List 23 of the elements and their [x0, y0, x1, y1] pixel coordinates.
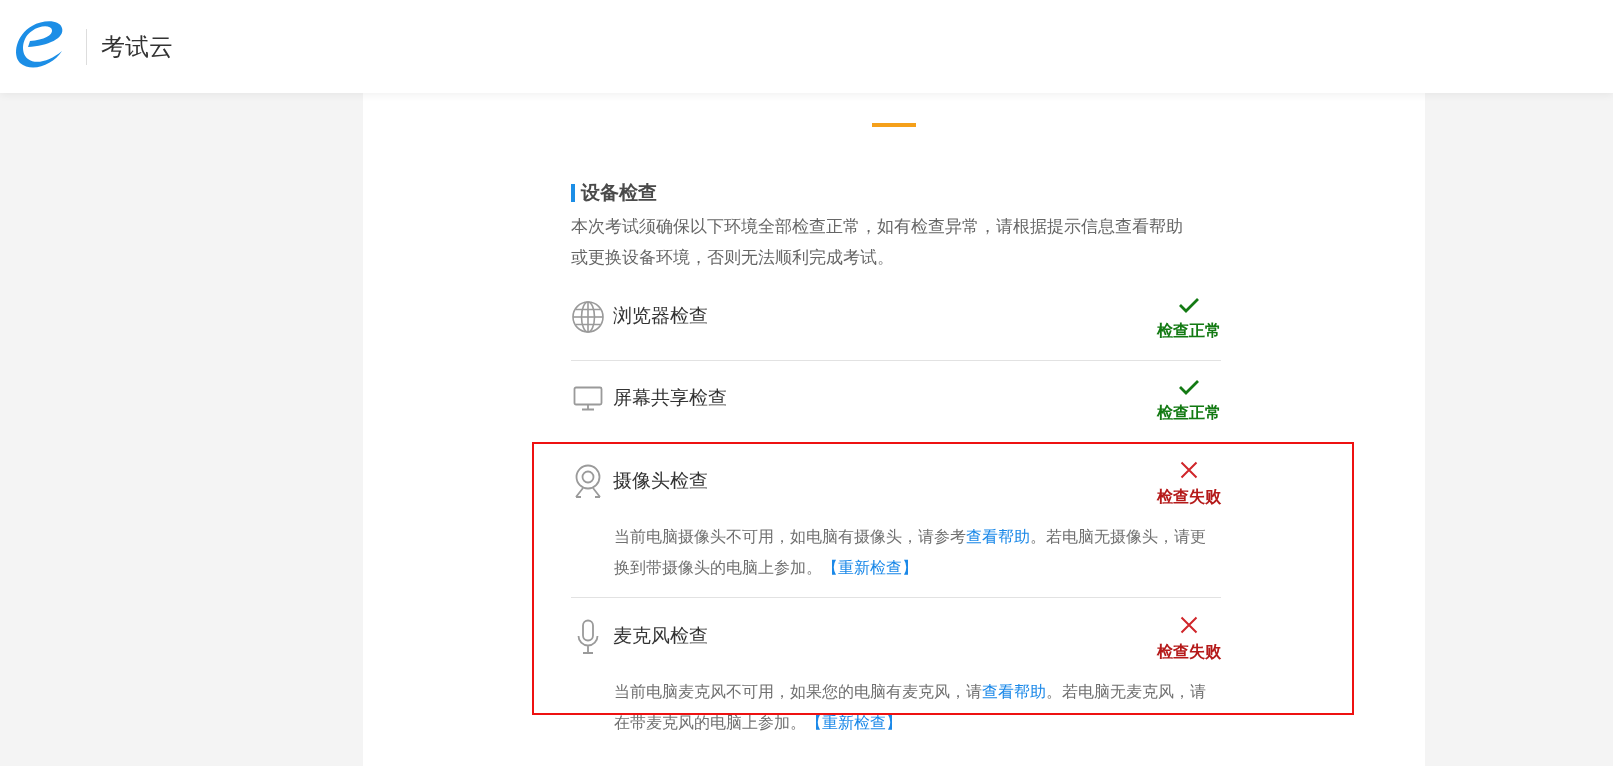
check-status: 检查正常	[1157, 402, 1221, 423]
check-status: 检查失败	[1157, 486, 1221, 507]
check-name: 屏幕共享检查	[613, 386, 727, 411]
title-accent-bar	[571, 184, 575, 203]
help-link[interactable]: 【重新检查】	[822, 558, 918, 576]
help-link[interactable]: 查看帮助	[982, 682, 1046, 700]
check-help-text: 当前电脑摄像头不可用，如电脑有摄像头，请参考查看帮助。若电脑无摄像头，请更换到带摄像头的电脑上参加。【重新检查】	[614, 526, 1207, 578]
monitor-icon	[573, 385, 603, 412]
help-link[interactable]: 查看帮助	[966, 527, 1030, 545]
check-name: 摄像头检查	[613, 469, 708, 494]
check-status: 检查正常	[1157, 320, 1221, 341]
microphone-icon	[576, 618, 600, 655]
webcam-icon	[573, 463, 603, 500]
section-description: 本次考试须确保以下环境全部检查正常，如有检查异常，请根据提示信息查看帮助或更换设备环境，否则无法顺利完成考试。	[571, 215, 1184, 269]
check-name: 浏览器检查	[613, 304, 708, 329]
step-indicator	[872, 123, 916, 127]
app-name: 考试云	[101, 31, 173, 62]
globe-icon	[571, 299, 605, 334]
check-status: 检查失败	[1157, 641, 1221, 662]
section-title: 设备检查	[581, 181, 657, 205]
check-name: 麦克风检查	[613, 624, 708, 649]
check-help-text: 当前电脑麦克风不可用，如果您的电脑有麦克风，请查看帮助。若电脑无麦克风，请在带麦克风的电脑上参加。【重新检查】	[614, 681, 1207, 733]
help-link[interactable]: 【重新检查】	[806, 713, 902, 731]
